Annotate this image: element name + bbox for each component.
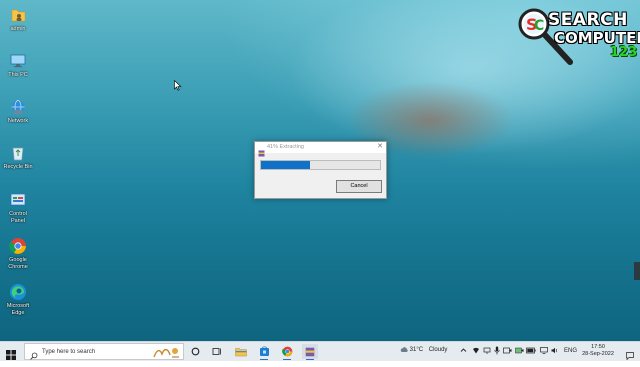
this-pc-icon [9, 52, 27, 70]
windows-start-icon[interactable] [6, 347, 16, 360]
edge-icon [9, 283, 27, 301]
search-highlight-art-icon [151, 345, 181, 359]
clock-date: 28-Sep-2022 [582, 351, 614, 357]
dialog-title: 41% Extracting [267, 144, 304, 150]
recycle-bin-icon [9, 144, 27, 162]
extraction-progress-bar [260, 160, 381, 170]
show-hidden-icons-chevron-icon[interactable] [460, 347, 467, 366]
desktop-icon-recycle-bin[interactable]: Recycle Bin [2, 144, 34, 171]
search-icon [30, 347, 38, 365]
display-icon[interactable] [540, 347, 548, 366]
network-tray-icon[interactable] [483, 347, 491, 366]
desktop-icon-this-pc[interactable]: This PC [2, 52, 34, 79]
close-icon[interactable]: ✕ [377, 142, 383, 150]
desktop-icon-google-chrome[interactable]: Google Chrome [2, 237, 34, 270]
file-explorer-icon[interactable] [233, 344, 249, 359]
desktop-icon-admin[interactable]: admin [2, 6, 34, 33]
weather-text: Cloudy [428, 347, 448, 354]
mouse-cursor-icon [174, 78, 182, 96]
wifi-icon[interactable] [472, 347, 480, 366]
logo-line3: 123 [610, 45, 638, 60]
network-icon [9, 98, 27, 116]
cancel-button[interactable]: Cancel [336, 180, 382, 193]
microsoft-store-icon[interactable] [256, 344, 272, 360]
desktop-icon-label: Google Chrome [8, 257, 28, 270]
control-panel-icon [9, 191, 27, 209]
desktop-icon-label: This PC [8, 72, 28, 78]
system-clock[interactable]: 17:50 28-Sep-2022 [578, 344, 618, 358]
taskbar-chrome-icon[interactable] [279, 344, 295, 360]
logo-line1: SEARCH [548, 10, 628, 30]
taskbar: Type here to search 31°C Cloudy ENG 17:5… [0, 341, 640, 361]
weather-widget[interactable]: 31°C Cloudy [400, 346, 447, 353]
search-computer-logo: S C SEARCH COMPUTER 123 [512, 4, 640, 66]
battery-icon[interactable] [526, 347, 536, 366]
archive-app-icon [258, 144, 265, 157]
desktop-icon-label: admin [10, 26, 26, 32]
volume-icon[interactable] [551, 347, 559, 366]
desktop-icon-label: Control Panel [9, 211, 27, 224]
taskbar-archive-app-icon[interactable] [302, 344, 318, 360]
camera-icon[interactable] [503, 347, 512, 366]
screen-edge-handle [634, 262, 640, 280]
desktop-icon-label: Microsoft Edge [6, 303, 30, 316]
taskbar-search-box[interactable]: Type here to search [24, 343, 184, 360]
task-view-icon[interactable] [209, 344, 225, 359]
cloud-icon [400, 347, 408, 352]
language-indicator[interactable]: ENG [564, 348, 577, 367]
desktop-icon-label: Network [7, 118, 29, 124]
cortana-icon[interactable] [187, 344, 203, 359]
weather-temp: 31°C [409, 347, 424, 354]
desktop-icon-microsoft-edge[interactable]: Microsoft Edge [2, 283, 34, 316]
progress-fill [261, 161, 310, 169]
user-folder-icon [9, 6, 27, 24]
notification-icon[interactable] [626, 347, 634, 365]
desktop-icon-label: Recycle Bin [3, 164, 33, 170]
microphone-icon[interactable] [494, 346, 500, 365]
extracting-dialog: 41% Extracting ✕ Cancel [254, 141, 387, 199]
desktop-icon-control-panel[interactable]: Control Panel [2, 191, 34, 224]
dialog-title-bar[interactable]: 41% Extracting ✕ [255, 142, 386, 157]
clock-time: 17:50 [591, 344, 605, 350]
chrome-icon [9, 237, 27, 255]
svg-text:C: C [534, 18, 544, 34]
meet-now-icon[interactable] [515, 347, 524, 366]
desktop-icon-network[interactable]: Network [2, 98, 34, 125]
search-placeholder: Type here to search [42, 349, 96, 355]
